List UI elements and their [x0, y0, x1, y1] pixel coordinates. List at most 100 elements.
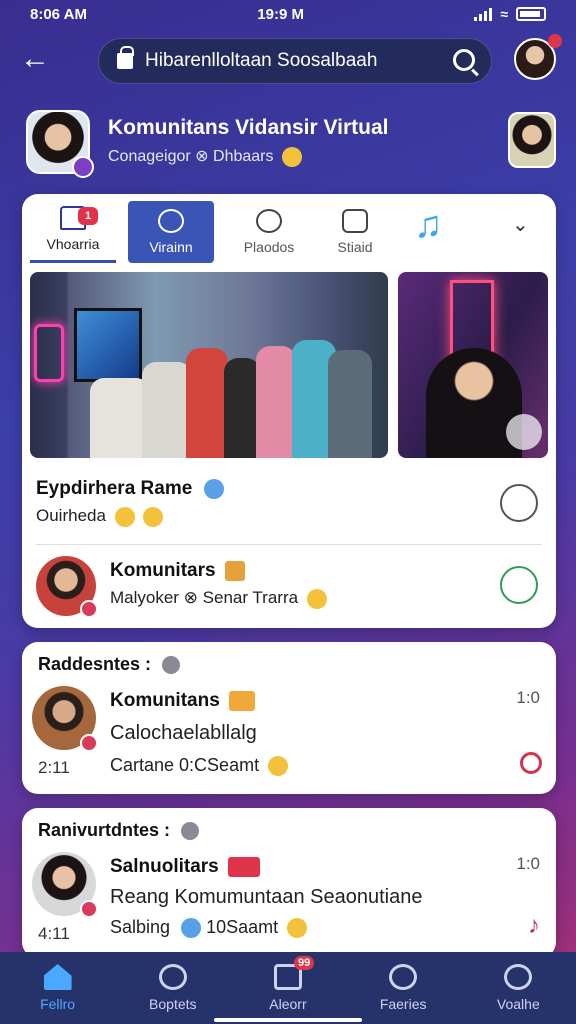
nav-profile[interactable]: Voalhe [468, 964, 568, 1012]
whatsapp-icon[interactable] [500, 566, 538, 604]
tab-bar: 1 Vhoarria Virainn Plaodos Stiaid [30, 200, 548, 264]
date-label: 4:11 [38, 924, 70, 943]
expand-icon[interactable] [506, 414, 542, 450]
feed-item[interactable]: Eypdirhera Rame Ouirheda [36, 478, 542, 528]
wifi-icon: ≈ [500, 6, 508, 22]
sparkle-icon [158, 209, 184, 233]
tab-plaodos-label: Plaodos [243, 239, 295, 255]
avatar-badge [548, 34, 562, 48]
section-item-name-text: Komunitans [110, 690, 220, 711]
nav-profile-label: Voalhe [496, 996, 540, 1012]
date-label: 2:11 [38, 758, 70, 777]
home-icon [43, 964, 72, 990]
feed-item-title-text: Komunitars [110, 560, 216, 581]
avatar-tag-icon [80, 734, 98, 752]
top-bar: ← Hibarenlloltaan Soosalbaah [0, 34, 576, 88]
section-title: Raddesntes : [38, 654, 181, 675]
community-member-thumbnail[interactable] [508, 112, 556, 168]
tab-plaodos[interactable]: Plaodos [226, 201, 312, 263]
tab-home-badge: 1 [78, 207, 98, 225]
community-title: Komunitans Vidansir Virtual [108, 116, 389, 139]
music-note-icon[interactable]: ♫ [414, 204, 443, 247]
explore-icon [158, 964, 187, 990]
divider [36, 544, 542, 545]
section-item[interactable]: Komunitans Calochaelabllalg Cartane 0:CS… [110, 690, 289, 777]
feed-item[interactable]: Komunitars Malyoker ⊗ Senar Trarra [36, 556, 542, 618]
community-badge-icon [72, 156, 94, 178]
tab-stiaid-label: Stiaid [337, 239, 373, 255]
section-item-line1: Calochaelabllalg [110, 722, 257, 744]
nav-home[interactable]: Fellro [8, 964, 108, 1012]
status-center-time: 19:9 M [257, 5, 304, 23]
emoji-icon [268, 756, 289, 777]
group-people [90, 338, 378, 458]
community-subtitle: Conageigor ⊗ Dhbaars [108, 146, 302, 167]
emoji-icon [287, 918, 308, 939]
comment-icon[interactable] [500, 484, 538, 522]
avatar-tag-icon [80, 900, 98, 918]
neon-sign-decoration [34, 324, 64, 382]
feed-item-title: Komunitars [110, 560, 327, 582]
nav-explore[interactable]: Boptets [123, 964, 223, 1012]
navigation-icon [181, 822, 200, 841]
timestamp: 1:0 [516, 854, 540, 873]
avatar[interactable] [32, 686, 98, 752]
search-input[interactable]: Hibarenlloltaan Soosalbaah [98, 38, 492, 84]
lock-icon [117, 46, 134, 69]
drink-icon [224, 560, 245, 581]
share-icon[interactable] [520, 752, 542, 774]
feed-item-subtitle: Malyoker ⊗ Senar Trarra [110, 588, 327, 609]
section-item-name: Komunitans [110, 690, 288, 712]
feed-item-subtitle: Ouirheda [36, 506, 542, 527]
tab-home-label: Vhoarria [46, 236, 100, 252]
main-feed-card: 1 Vhoarria Virainn Plaodos Stiaid ♫ ⌄ Ey… [22, 194, 556, 628]
side-photo[interactable] [398, 272, 548, 458]
home-indicator [214, 1018, 362, 1022]
profile-avatar[interactable] [514, 34, 562, 80]
community-subtitle-text: Conageigor ⊗ Dhbaars [108, 148, 274, 165]
section-item-line2-text: Salbing [110, 917, 171, 937]
section-item-line2: Salbing 10Saamt [110, 917, 422, 939]
section-title: Ranivurtdntes : [38, 820, 200, 841]
smile-emoji-icon [114, 506, 135, 527]
section-item-line2-text: Cartane 0:CSeamt [110, 755, 260, 775]
avatar[interactable] [32, 852, 98, 918]
section-item[interactable]: Salnuolitars Reang Komumuntaan Seaonutia… [110, 856, 423, 939]
search-icon[interactable] [453, 49, 475, 71]
nav-home-label: Fellro [40, 996, 76, 1012]
navigation-icon [162, 656, 181, 675]
section-item-line2: Cartane 0:CSeamt [110, 755, 289, 777]
section-item-line1: Reang Komumuntaan Seaonutiane [110, 886, 423, 908]
battery-icon [516, 7, 546, 21]
chat-icon [342, 209, 368, 233]
live-badge-icon [228, 856, 261, 877]
community-avatar[interactable] [26, 110, 94, 178]
profile-icon [504, 964, 533, 990]
tab-virainn[interactable]: Virainn [128, 201, 214, 263]
signal-icon [474, 7, 493, 21]
avatar[interactable] [36, 556, 98, 618]
chevron-down-icon[interactable]: ⌄ [512, 212, 529, 237]
person-figure [426, 348, 522, 458]
tab-stiaid[interactable]: Stiaid [312, 201, 398, 263]
smile-emoji-icon [281, 146, 302, 167]
tab-home[interactable]: 1 Vhoarria [30, 201, 116, 263]
location-icon [181, 918, 202, 939]
nav-notifications[interactable]: 99 Aleorr [238, 956, 338, 1012]
section-card-recent: Raddesntes : Komunitans Calochaelabllalg… [22, 642, 556, 794]
group-photo[interactable] [30, 272, 388, 458]
section-item-name: Salnuolitars [110, 856, 422, 878]
community-header: Komunitans Vidansir Virtual Conageigor ⊗… [26, 110, 556, 178]
nav-search-label: Faeries [379, 996, 427, 1012]
nav-explore-label: Boptets [149, 996, 197, 1012]
section-item-line2-extra: 10Saamt [206, 917, 279, 937]
tab-virainn-label: Virainn [149, 239, 193, 255]
feed-item-title-text: Eypdirhera Rame [36, 478, 193, 499]
back-arrow-icon[interactable]: ← [20, 42, 50, 76]
status-time: 8:06 AM [30, 5, 87, 23]
nav-search[interactable]: Faeries [353, 964, 453, 1012]
sticker-icon [229, 690, 256, 711]
feed-item-title: Eypdirhera Rame [36, 478, 542, 500]
section-card-activities: Ranivurtdntes : Salnuolitars Reang Komum… [22, 808, 556, 958]
music-note-icon[interactable]: ♪ [528, 912, 540, 940]
